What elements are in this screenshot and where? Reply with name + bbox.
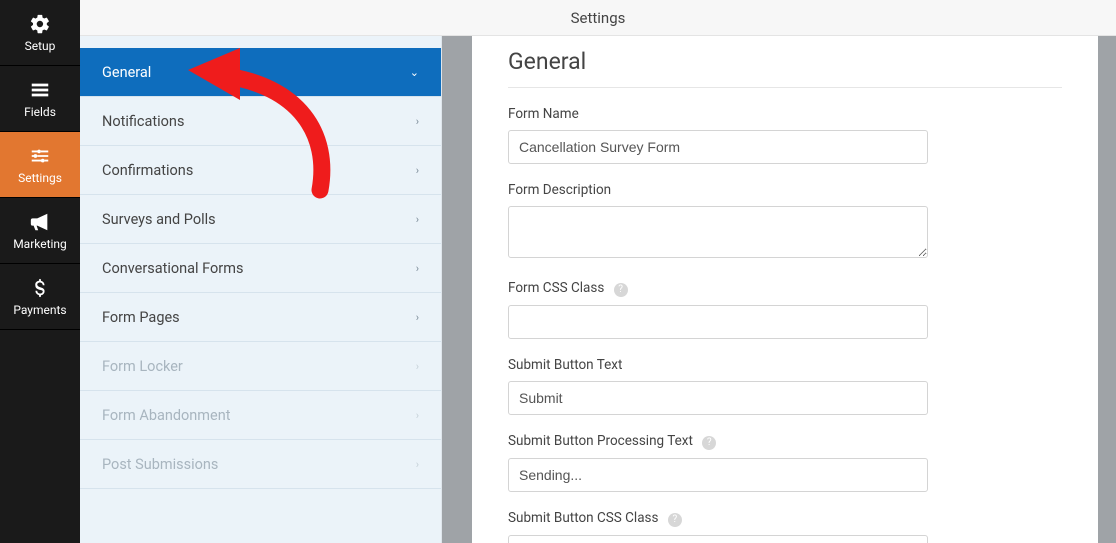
page-title: Settings <box>571 9 626 27</box>
submit-button-processing-text-input[interactable] <box>508 458 928 492</box>
settings-item-post-submissions[interactable]: Post Submissions › <box>80 440 441 489</box>
nav-setup-label: Setup <box>25 39 56 53</box>
settings-item-label: Confirmations <box>102 162 193 179</box>
nav-marketing-label: Marketing <box>13 237 67 251</box>
submit-button-processing-text-label: Submit Button Processing Text ? <box>508 433 1062 450</box>
help-icon[interactable]: ? <box>614 283 628 297</box>
chevron-right-icon: › <box>416 115 419 128</box>
dollar-icon <box>29 277 51 299</box>
panel-gutter-right <box>1098 36 1116 543</box>
chevron-right-icon: › <box>416 213 419 226</box>
settings-item-confirmations[interactable]: Confirmations › <box>80 146 441 195</box>
form-css-class-input[interactable] <box>508 305 928 339</box>
settings-item-label: General <box>102 64 151 81</box>
chevron-right-icon: › <box>416 311 419 324</box>
sliders-icon <box>29 145 51 167</box>
nav-fields[interactable]: Fields <box>0 66 80 132</box>
nav-settings[interactable]: Settings <box>0 132 80 198</box>
help-icon[interactable]: ? <box>702 436 716 450</box>
nav-setup[interactable]: Setup <box>0 0 80 66</box>
settings-panel: General Form Name Form Description Form … <box>472 36 1098 543</box>
settings-item-label: Form Abandonment <box>102 407 230 424</box>
form-css-class-label-text: Form CSS Class <box>508 280 604 296</box>
chevron-right-icon: › <box>416 164 419 177</box>
settings-item-form-locker[interactable]: Form Locker › <box>80 342 441 391</box>
help-icon[interactable]: ? <box>668 513 682 527</box>
settings-item-label: Post Submissions <box>102 456 218 473</box>
form-description-label: Form Description <box>508 182 1062 198</box>
form-name-label: Form Name <box>508 106 1062 122</box>
settings-item-notifications[interactable]: Notifications › <box>80 97 441 146</box>
form-description-input[interactable] <box>508 206 928 258</box>
field-form-description: Form Description <box>508 182 1062 262</box>
submit-button-text-label: Submit Button Text <box>508 357 1062 373</box>
topbar: Settings <box>80 0 1116 36</box>
panel-gutter-left <box>442 36 472 543</box>
field-submit-button-processing-text: Submit Button Processing Text ? <box>508 433 1062 492</box>
nav-settings-label: Settings <box>18 171 62 185</box>
settings-item-label: Notifications <box>102 113 184 130</box>
field-submit-button-css-class: Submit Button CSS Class ? <box>508 510 1062 543</box>
field-form-name: Form Name <box>508 106 1062 164</box>
list-icon <box>29 79 51 101</box>
nav-payments[interactable]: Payments <box>0 264 80 330</box>
field-form-css-class: Form CSS Class ? <box>508 280 1062 339</box>
bullhorn-icon <box>29 211 51 233</box>
chevron-right-icon: › <box>416 262 419 275</box>
settings-item-general[interactable]: General ⌄ <box>80 48 441 97</box>
form-css-class-label: Form CSS Class ? <box>508 280 1062 297</box>
form-name-input[interactable] <box>508 130 928 164</box>
settings-item-label: Form Locker <box>102 358 183 375</box>
chevron-right-icon: › <box>416 409 419 422</box>
submit-button-css-class-label: Submit Button CSS Class ? <box>508 510 1062 527</box>
submit-button-css-class-label-text: Submit Button CSS Class <box>508 510 659 526</box>
settings-item-label: Conversational Forms <box>102 260 243 277</box>
panel-heading: General <box>508 48 1062 88</box>
chevron-right-icon: › <box>416 458 419 471</box>
chevron-right-icon: › <box>416 360 419 373</box>
submit-button-processing-text-label-text: Submit Button Processing Text <box>508 433 693 449</box>
settings-item-surveys-and-polls[interactable]: Surveys and Polls › <box>80 195 441 244</box>
settings-item-conversational-forms[interactable]: Conversational Forms › <box>80 244 441 293</box>
chevron-down-icon: ⌄ <box>410 66 419 79</box>
nav-fields-label: Fields <box>24 105 56 119</box>
settings-item-label: Surveys and Polls <box>102 211 216 228</box>
settings-item-form-pages[interactable]: Form Pages › <box>80 293 441 342</box>
nav-payments-label: Payments <box>13 303 66 317</box>
nav-marketing[interactable]: Marketing <box>0 198 80 264</box>
settings-item-label: Form Pages <box>102 309 180 326</box>
submit-button-text-input[interactable] <box>508 381 928 415</box>
left-nav: Setup Fields Settings Marketing Payments <box>0 0 80 543</box>
settings-list: General ⌄ Notifications › Confirmations … <box>80 36 442 543</box>
settings-item-form-abandonment[interactable]: Form Abandonment › <box>80 391 441 440</box>
gear-icon <box>29 13 51 35</box>
field-submit-button-text: Submit Button Text <box>508 357 1062 415</box>
submit-button-css-class-input[interactable] <box>508 535 928 543</box>
